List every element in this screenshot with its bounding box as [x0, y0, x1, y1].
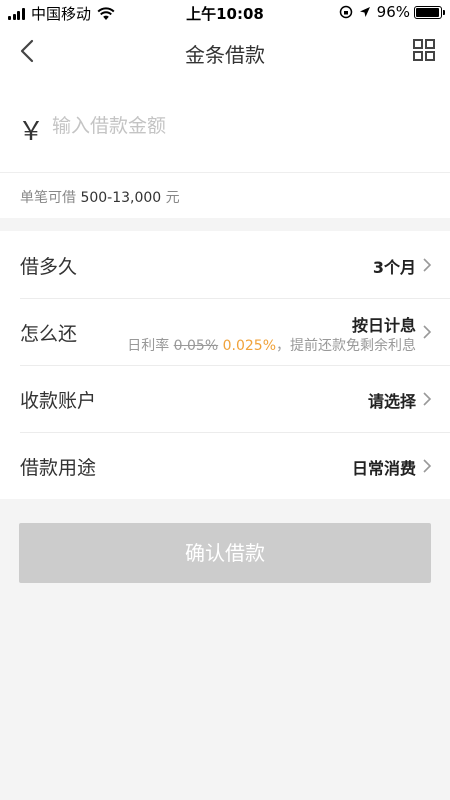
grid-menu-icon[interactable] [412, 38, 436, 62]
amount-input[interactable] [52, 108, 422, 144]
receive-account-row[interactable]: 收款账户 请选择 [0, 365, 450, 432]
currency-symbol: ￥ [18, 117, 45, 147]
limit-unit: 元 [165, 190, 180, 206]
duration-label: 借多久 [20, 256, 78, 278]
rate-discounted: 0.025% [222, 338, 276, 354]
chevron-right-icon [423, 459, 432, 473]
status-bar: 中国移动 上午10:08 96% [0, 0, 450, 26]
repay-value: 按日计息 [351, 316, 416, 335]
repay-label: 怎么还 [20, 323, 78, 345]
status-bar-right: 96% [339, 3, 445, 21]
chevron-right-icon [423, 325, 432, 339]
account-label: 收款账户 [20, 390, 97, 412]
interest-rate-info: 日利率 0.05% 0.025%，提前还款免剩余利息 [127, 335, 416, 355]
battery-percent: 96% [376, 3, 410, 21]
loan-options-list: 借多久 3个月 怎么还 按日计息 日利率 0.05% 0.025%，提前还款免剩… [0, 231, 450, 499]
chevron-right-icon [423, 258, 432, 272]
purpose-value: 日常消费 [351, 459, 416, 478]
purpose-label: 借款用途 [20, 457, 97, 479]
divider [0, 172, 450, 173]
duration-value: 3个月 [372, 258, 416, 277]
repay-method-row[interactable]: 怎么还 按日计息 日利率 0.05% 0.025%，提前还款免剩余利息 [0, 298, 450, 365]
rate-note: ，提前还款免剩余利息 [276, 338, 416, 354]
rotation-lock-icon [339, 5, 352, 19]
limit-label: 单笔可借 [20, 190, 76, 206]
limit-info: 单笔可借 500-13,000 元 [20, 187, 180, 207]
page-title: 金条借款 [185, 43, 265, 67]
rate-label: 日利率 [127, 338, 170, 354]
duration-row[interactable]: 借多久 3个月 [0, 231, 450, 298]
account-value: 请选择 [367, 392, 416, 411]
chevron-right-icon [423, 392, 432, 406]
confirm-loan-button[interactable]: 确认借款 [19, 523, 431, 583]
amount-panel: ￥ 单笔可借 500-13,000 元 [0, 78, 450, 218]
battery-icon [414, 5, 445, 19]
location-icon [359, 7, 370, 17]
limit-range: 500-13,000 [80, 190, 162, 206]
loan-purpose-row[interactable]: 借款用途 日常消费 [0, 432, 450, 499]
nav-bar: 金条借款 [0, 26, 450, 78]
rate-original: 0.05% [173, 338, 219, 354]
